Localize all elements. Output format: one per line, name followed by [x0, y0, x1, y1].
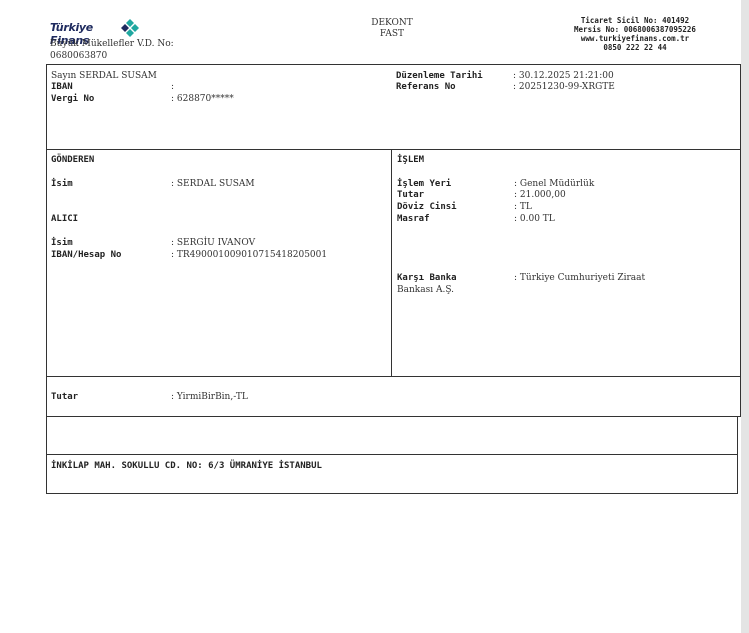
tax-office-number: 0680063870	[50, 51, 108, 61]
document-subtitle: FAST	[379, 29, 405, 39]
sender-name-label: İsim	[51, 179, 73, 189]
document-title: DEKONT	[371, 18, 413, 28]
transaction-place-label: İşlem Yeri	[397, 179, 452, 189]
customer-salutation: Sayın SERDAL SUSAM	[51, 71, 157, 81]
vertical-scrollbar[interactable]	[741, 0, 749, 633]
iban-value: :	[171, 82, 175, 92]
transaction-amount-value: : 21.000,00	[514, 190, 566, 200]
counter-bank-value-cont: Bankası A.Ş.	[397, 285, 455, 295]
receiver-name-value: : SERGİU IVANOV	[171, 238, 256, 248]
receiver-name-label: İsim	[51, 238, 73, 248]
tax-office-label: Büyük Mükellefler V.D. No:	[50, 39, 174, 49]
sender-name-value: : SERDAL SUSAM	[171, 179, 255, 189]
bank-website: www.turkiyefinans.com.tr	[580, 34, 690, 43]
amount-words-box	[46, 376, 741, 417]
amount-words-value: : YirmiBirBin,-TL	[171, 392, 248, 402]
counter-bank-label: Karşı Banka	[397, 273, 457, 283]
currency-value: : TL	[514, 202, 532, 212]
issue-date-label: Düzenleme Tarihi	[396, 71, 483, 81]
mersis-number: Mersis No: 0068006387095226	[574, 25, 696, 34]
transaction-section-title: İŞLEM	[397, 155, 425, 165]
bank-address: İNKİLAP MAH. SOKULLU CD. NO: 6/3 ÜMRANİY…	[51, 461, 322, 471]
bank-info-block: Ticaret Sicil No: 401492 Mersis No: 0068…	[530, 16, 740, 52]
transaction-place-value: : Genel Müdürlük	[514, 179, 595, 189]
fee-value: : 0.00 TL	[514, 214, 555, 224]
document-title-block: DEKONT FAST	[352, 18, 432, 40]
sender-section-title: GÖNDEREN	[51, 155, 95, 165]
currency-label: Döviz Cinsi	[397, 202, 457, 212]
trade-registry: Ticaret Sicil No: 401492	[580, 16, 690, 25]
iban-label: IBAN	[51, 82, 73, 92]
reference-value: : 20251230-99-XRGTE	[513, 82, 615, 92]
issue-date-value: : 30.12.2025 21:21:00	[513, 71, 614, 81]
empty-notes-box	[46, 416, 738, 455]
counter-bank-value: : Türkiye Cumhuriyeti Ziraat	[514, 273, 646, 283]
fee-label: Masraf	[397, 214, 430, 224]
bank-phone: 0850 222 22 44	[603, 43, 667, 52]
tax-number-value: : 628870*****	[171, 94, 234, 104]
receipt-page: Türkiye Finans Büyük Mükellefler V.D. No…	[0, 0, 741, 633]
transaction-details-box	[46, 149, 741, 377]
reference-label: Referans No	[396, 82, 456, 92]
transaction-amount-label: Tutar	[397, 190, 425, 200]
tax-number-label: Vergi No	[51, 94, 95, 104]
receiver-iban-label: IBAN/Hesap No	[51, 250, 122, 260]
column-divider	[391, 149, 392, 377]
logo-mark-icon	[121, 19, 139, 37]
receiver-section-title: ALICI	[51, 214, 79, 224]
receiver-iban-value: : TR490001009010715418205001	[171, 250, 328, 260]
address-box	[46, 454, 738, 494]
amount-words-label: Tutar	[51, 392, 79, 402]
